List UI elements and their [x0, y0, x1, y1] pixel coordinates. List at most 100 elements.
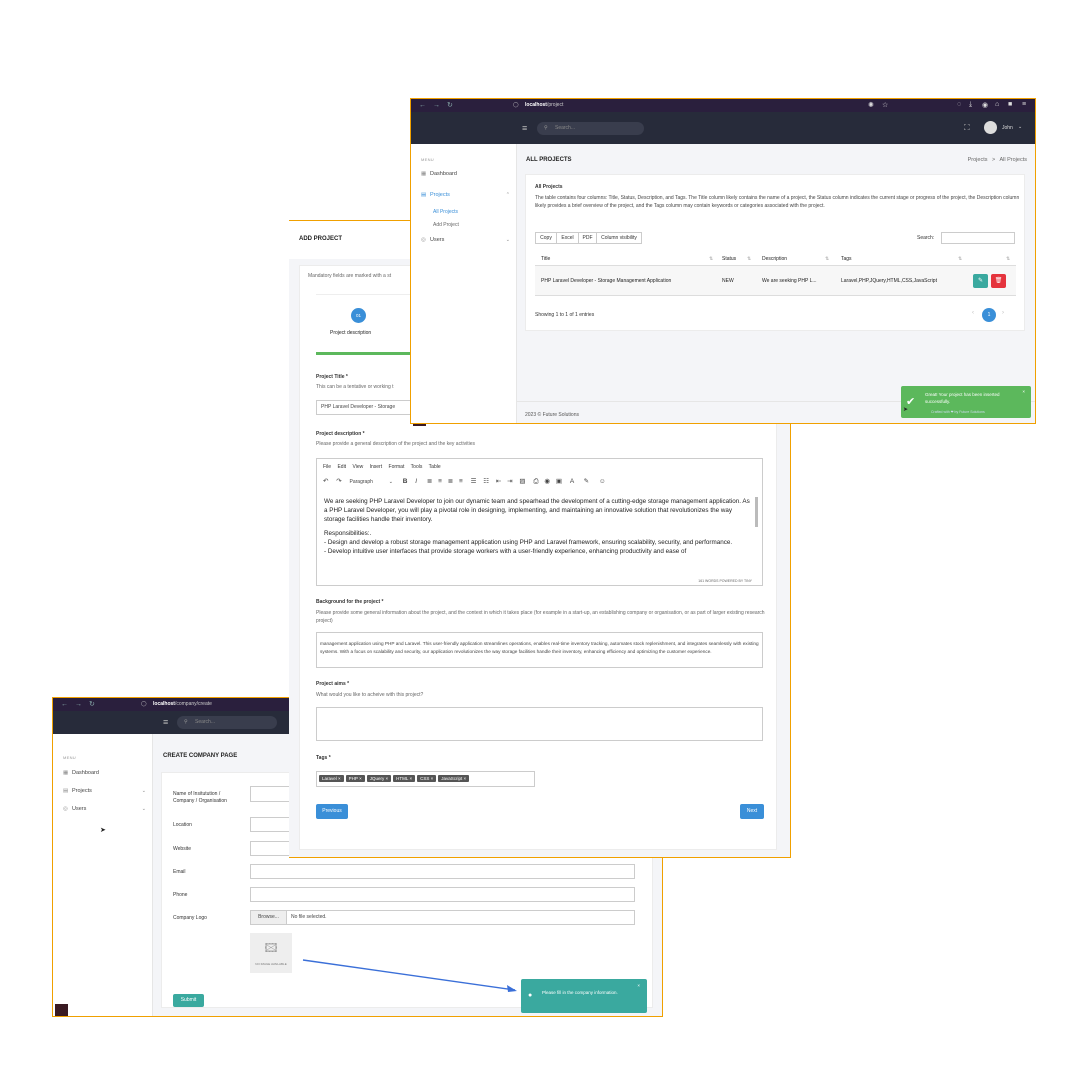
reload-icon[interactable]: ↻ [447, 102, 453, 109]
menu-edit[interactable]: Edit [337, 464, 346, 470]
col-status[interactable]: Status [722, 256, 736, 262]
url-bar[interactable]: ◯ localhost/company/create [141, 701, 212, 707]
column-visibility-button[interactable]: Column visibility [596, 232, 642, 244]
sidebar-sub-add-project[interactable]: Add Project [433, 222, 459, 228]
tag-chip[interactable]: Laravel × [319, 775, 344, 782]
logo-file-input[interactable]: Browse... No file selected. [250, 910, 635, 925]
tags-input[interactable]: Laravel × PHP × JQuery × HTML × CSS × JavaScr… [316, 771, 535, 787]
tag-chip[interactable]: JavaScript × [438, 775, 470, 782]
download-icon[interactable]: ⤓ [969, 101, 972, 109]
print-icon[interactable]: ⎙ [533, 478, 538, 485]
browse-button[interactable]: Browse... [251, 911, 287, 924]
menu-table[interactable]: Table [429, 464, 441, 470]
table-row[interactable]: PHP Laravel Developer - Storage Manageme… [535, 266, 1016, 296]
fullscreen-icon[interactable]: ⛶ [964, 123, 970, 133]
annotation-arrow [301, 956, 521, 998]
close-icon[interactable]: × [1022, 389, 1025, 394]
text-color-icon[interactable]: A [570, 478, 574, 485]
reload-icon[interactable]: ↻ [89, 701, 95, 708]
back-icon[interactable]: ← [61, 701, 68, 708]
redo-icon[interactable]: ↷ [336, 478, 341, 485]
editor-body[interactable]: We are seeking PHP Laravel Developer to … [324, 497, 754, 577]
align-center-icon[interactable]: ≡ [438, 478, 442, 485]
search-icon: ⚲ [184, 719, 188, 725]
pdf-button[interactable]: PDF [578, 232, 597, 244]
col-title[interactable]: Title [541, 256, 550, 262]
menu-file[interactable]: File [323, 464, 331, 470]
bookmark-star-icon[interactable]: ☆ [882, 101, 888, 109]
sidebar-item-dashboard[interactable]: ▦ Dashboard [63, 770, 146, 780]
tag-chip[interactable]: JQuery × [366, 775, 392, 782]
indent-icon[interactable]: ⇥ [507, 478, 512, 485]
tag-chip[interactable]: CSS × [417, 775, 437, 782]
sidebar-sub-all-projects[interactable]: All Projects [433, 209, 458, 215]
hamburger-icon[interactable]: ≡ [1022, 101, 1026, 108]
page-1-button[interactable]: 1 [982, 308, 996, 322]
menu-tools[interactable]: Tools [411, 464, 423, 470]
sidebar-item-users[interactable]: ◎ Users ⌄ [63, 806, 146, 816]
col-tags[interactable]: Tags [841, 256, 852, 262]
align-right-icon[interactable]: ≣ [448, 478, 453, 485]
next-page-icon[interactable]: › [1002, 310, 1004, 316]
menu-view[interactable]: View [352, 464, 363, 470]
user-name[interactable]: John [1002, 125, 1013, 131]
undo-icon[interactable]: ↶ [323, 478, 328, 485]
copy-button[interactable]: Copy [535, 232, 557, 244]
editor-status: 161 WORDS POWERED BY TINY [698, 579, 752, 583]
table-search-input[interactable] [941, 232, 1015, 244]
italic-icon[interactable]: I [415, 478, 417, 485]
menu-toggle-icon[interactable]: ≡ [522, 124, 527, 133]
delete-button[interactable]: 🗑 [991, 274, 1006, 288]
numbered-list-icon[interactable]: ☷ [483, 478, 489, 485]
search-input[interactable]: ⚲ Search... [537, 122, 644, 135]
submit-button[interactable]: Submit [173, 994, 204, 1007]
sidebar-item-users[interactable]: ◎ Users ⌄ [421, 237, 510, 247]
tag-chip[interactable]: PHP × [345, 775, 365, 782]
next-button[interactable]: Next [740, 804, 764, 819]
phone-field[interactable] [250, 887, 635, 902]
pocket-icon[interactable]: ◌ [957, 101, 961, 108]
previous-button[interactable]: Previous [316, 804, 348, 819]
close-icon[interactable]: × [637, 983, 640, 988]
paragraph-select[interactable]: Paragraph [350, 479, 373, 485]
edit-button[interactable]: ✎ [973, 274, 988, 288]
search-input[interactable]: ⚲ Search... [177, 716, 277, 729]
aims-help: What would you like to acheive with this… [316, 692, 424, 698]
sidebar-item-projects[interactable]: ▤ Projects ⌄ [63, 788, 146, 798]
menu-insert[interactable]: Insert [370, 464, 383, 470]
excel-button[interactable]: Excel [556, 232, 579, 244]
align-left-icon[interactable]: ≣ [427, 478, 432, 485]
background-textarea[interactable]: management application using PHP and Lar… [316, 632, 763, 668]
tag-chip[interactable]: HTML × [393, 775, 416, 782]
sidebar-item-dashboard[interactable]: ▦ Dashboard [421, 171, 510, 181]
prev-page-icon[interactable]: ‹ [972, 310, 974, 316]
menu-toggle-icon[interactable]: ≡ [163, 718, 168, 727]
bullet-list-icon[interactable]: ☰ [471, 478, 477, 485]
menu-format[interactable]: Format [389, 464, 405, 470]
email-field[interactable] [250, 864, 635, 879]
aims-textarea[interactable] [316, 707, 763, 741]
outdent-icon[interactable]: ⇤ [496, 478, 501, 485]
avatar[interactable] [984, 121, 997, 134]
forward-icon[interactable]: → [75, 701, 82, 708]
media-icon[interactable]: ▣ [556, 478, 562, 485]
url-bar[interactable]: ◯ localhost/project [513, 102, 563, 108]
settings-icon[interactable]: ✺ [868, 101, 874, 109]
highlight-icon[interactable]: ✎ [584, 478, 589, 485]
sidebar-item-projects[interactable]: ▤ Projects ⌃ [421, 192, 510, 202]
col-description[interactable]: Description [762, 256, 787, 262]
forward-icon[interactable]: → [433, 102, 440, 109]
editor-scrollbar[interactable] [755, 497, 758, 527]
back-icon[interactable]: ← [419, 102, 426, 109]
emoji-icon[interactable]: ☺ [599, 478, 606, 485]
project-title-field[interactable]: PHP Laravel Developer - Storage [316, 400, 416, 415]
preview-icon[interactable]: ◉ [544, 478, 550, 485]
profile-icon[interactable]: ■ [1008, 101, 1012, 108]
bold-icon[interactable]: B [403, 478, 408, 485]
extension-icon[interactable]: ◉ [982, 101, 988, 109]
image-icon[interactable]: ▨ [519, 478, 525, 485]
step-circle[interactable]: 01 [351, 308, 366, 323]
breadcrumb-projects[interactable]: Projects [968, 157, 988, 163]
puzzle-icon[interactable]: ⌂ [995, 101, 999, 108]
align-justify-icon[interactable]: ≡ [459, 478, 463, 485]
